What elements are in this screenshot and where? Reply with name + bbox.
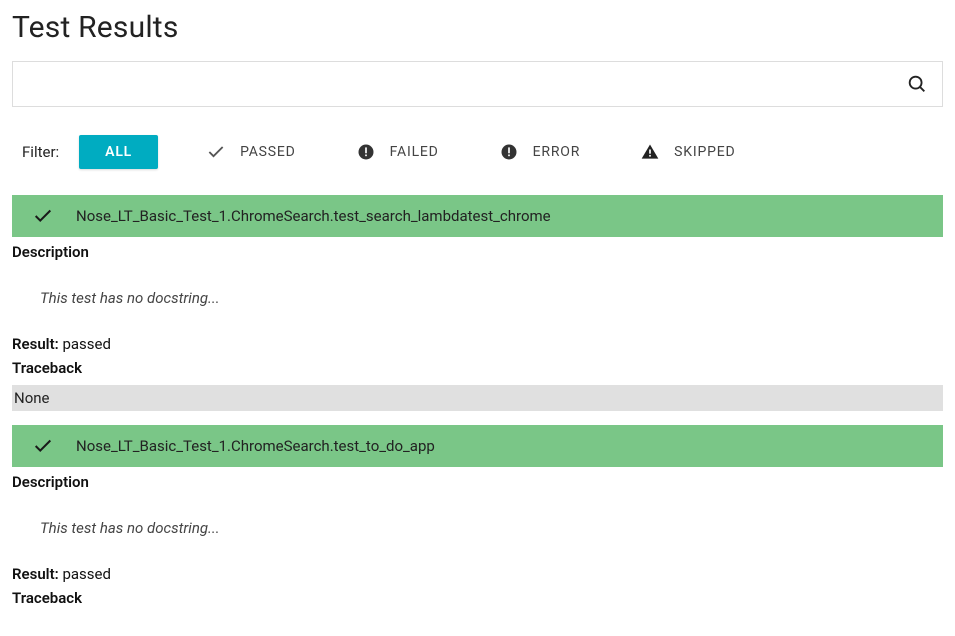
test-header-passed[interactable]: Nose_LT_Basic_Test_1.ChromeSearch.test_s… xyxy=(12,195,943,237)
test-description: This test has no docstring... xyxy=(12,261,943,335)
filter-skipped[interactable]: SKIPPED xyxy=(634,135,753,169)
filter-all[interactable]: ALL xyxy=(79,135,158,169)
test-result: Result: passed xyxy=(12,335,943,353)
traceback-heading: Traceback xyxy=(12,583,943,607)
filter-passed-label: PASSED xyxy=(240,144,296,160)
test-header-passed[interactable]: Nose_LT_Basic_Test_1.ChromeSearch.test_t… xyxy=(12,425,943,467)
filter-failed[interactable]: FAILED xyxy=(350,135,457,169)
test-name: Nose_LT_Basic_Test_1.ChromeSearch.test_t… xyxy=(76,437,435,455)
filter-row: Filter: ALL PASSED FAILED xyxy=(12,135,943,169)
description-heading: Description xyxy=(12,237,943,261)
test-description: This test has no docstring... xyxy=(12,491,943,565)
result-prefix: Result: xyxy=(12,335,62,353)
filter-error[interactable]: ERROR xyxy=(493,135,598,169)
error-icon xyxy=(356,142,376,162)
check-icon xyxy=(206,142,226,162)
page-title: Test Results xyxy=(12,10,943,45)
traceback-heading: Traceback xyxy=(12,353,943,377)
result-prefix: Result: xyxy=(12,565,62,583)
filter-passed[interactable]: PASSED xyxy=(200,135,314,169)
filter-failed-label: FAILED xyxy=(390,144,439,160)
test-block: Nose_LT_Basic_Test_1.ChromeSearch.test_t… xyxy=(12,425,943,607)
error-icon xyxy=(499,142,519,162)
search-input[interactable] xyxy=(27,62,906,106)
check-icon xyxy=(32,435,54,457)
check-icon xyxy=(32,205,54,227)
search-icon[interactable] xyxy=(906,73,928,95)
test-result: Result: passed xyxy=(12,565,943,583)
filter-skipped-label: SKIPPED xyxy=(674,144,735,160)
test-name: Nose_LT_Basic_Test_1.ChromeSearch.test_s… xyxy=(76,207,551,225)
description-heading: Description xyxy=(12,467,943,491)
result-value: passed xyxy=(62,335,110,353)
test-block: Nose_LT_Basic_Test_1.ChromeSearch.test_s… xyxy=(12,195,943,411)
spacer xyxy=(12,411,943,425)
filter-all-label: ALL xyxy=(105,144,132,160)
result-value: passed xyxy=(62,565,110,583)
filter-error-label: ERROR xyxy=(533,144,580,160)
traceback-output: None xyxy=(12,385,943,411)
filter-label: Filter: xyxy=(12,143,59,161)
warning-icon xyxy=(640,142,660,162)
search-bar[interactable] xyxy=(12,61,943,107)
